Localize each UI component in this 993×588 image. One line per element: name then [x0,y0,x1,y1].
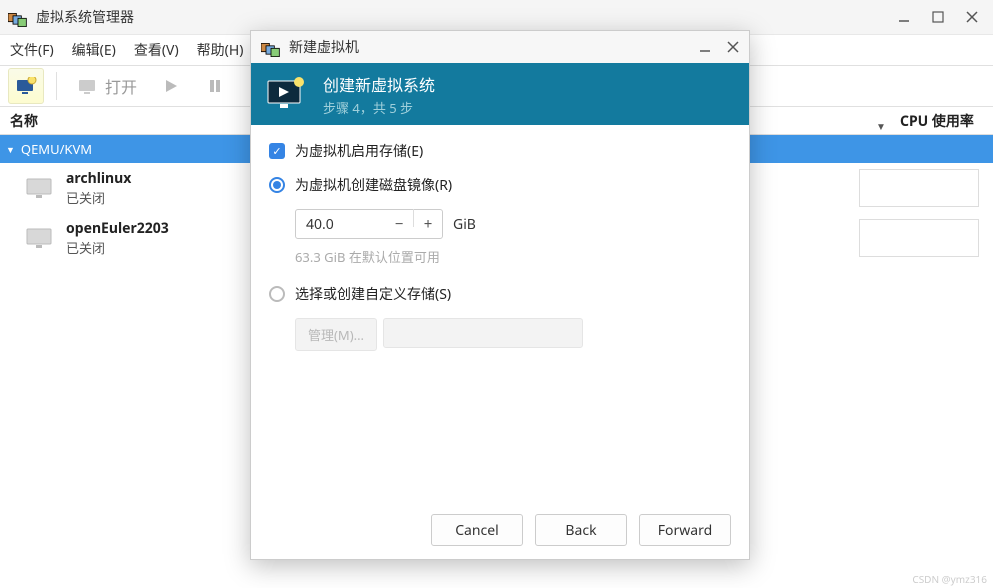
decrement-button[interactable]: − [385,209,413,239]
dialog-body: ✓ 为虚拟机启用存储(E) 为虚拟机创建磁盘镜像(R) 40.0 − + GiB… [251,125,749,501]
create-disk-label: 为虚拟机创建磁盘镜像(R) [295,175,452,195]
size-unit-label: GiB [453,215,476,234]
manage-storage-button[interactable]: 管理(M)... [295,318,377,351]
new-vm-dialog: 新建虚拟机 创建新虚拟系统 步骤 4，共 5 步 ✓ 为虚拟机启用存储(E) 为… [250,30,750,560]
app-icon [8,10,28,24]
menu-help[interactable]: 帮助(H) [197,40,244,60]
pause-button[interactable] [197,68,233,104]
disk-size-spinbox[interactable]: 40.0 − + [295,209,443,239]
radio-unchecked-icon [269,286,285,302]
maximize-button[interactable] [931,10,945,24]
vm-name: archlinux [66,169,131,188]
monitor-icon [24,177,56,199]
custom-storage-path-input[interactable] [383,318,583,348]
enable-storage-checkbox[interactable]: ✓ 为虚拟机启用存储(E) [269,141,731,161]
custom-storage-label: 选择或创建自定义存储(S) [295,284,451,304]
window-controls [897,10,985,24]
vm-name: openEuler2203 [66,219,169,238]
sort-arrow-icon: ▼ [876,119,886,133]
toolbar-separator [56,72,57,100]
available-space-label: 63.3 GiB 在默认位置可用 [295,247,731,266]
open-vm-button[interactable]: 打开 [69,74,145,98]
increment-button[interactable]: + [414,209,442,239]
chevron-down-icon: ▼ [6,143,15,156]
play-button[interactable] [153,68,189,104]
new-vm-button[interactable] [8,68,44,104]
enable-storage-label: 为虚拟机启用存储(E) [295,141,423,161]
monitor-icon [24,227,56,249]
close-button[interactable] [965,10,979,24]
window-title: 虚拟系统管理器 [36,7,134,27]
dialog-minimize-button[interactable] [699,36,711,58]
custom-storage-radio[interactable]: 选择或创建自定义存储(S) [269,284,731,304]
column-cpu-label: CPU 使用率 [900,112,974,131]
column-header-cpu[interactable]: ▼ CPU 使用率 [870,111,993,131]
open-label: 打开 [105,74,137,98]
dialog-footer: Cancel Back Forward [251,501,749,559]
menu-view[interactable]: 查看(V) [134,40,179,60]
cpu-usage-graph [859,219,979,257]
vm-status: 已关闭 [66,238,169,257]
app-icon [261,40,281,54]
dialog-title: 新建虚拟机 [289,37,359,57]
create-disk-radio[interactable]: 为虚拟机创建磁盘镜像(R) [269,175,731,195]
dialog-close-button[interactable] [727,36,739,58]
menu-file[interactable]: 文件(F) [10,40,54,60]
cpu-usage-graph [859,169,979,207]
dialog-banner: 创建新虚拟系统 步骤 4，共 5 步 [251,63,749,125]
watermark: CSDN @ymz316 [912,572,987,586]
back-button[interactable]: Back [535,514,627,546]
new-vm-banner-icon [265,77,307,111]
checkbox-checked-icon: ✓ [269,143,285,159]
cancel-button[interactable]: Cancel [431,514,523,546]
forward-button[interactable]: Forward [639,514,731,546]
banner-title: 创建新虚拟系统 [323,72,435,96]
banner-step: 步骤 4，共 5 步 [323,98,435,117]
disk-size-value: 40.0 [296,215,385,234]
menu-edit[interactable]: 编辑(E) [72,40,116,60]
hypervisor-name: QEMU/KVM [21,140,92,158]
minimize-button[interactable] [897,10,911,24]
vm-status: 已关闭 [66,188,131,207]
dialog-titlebar: 新建虚拟机 [251,31,749,63]
radio-checked-icon [269,177,285,193]
